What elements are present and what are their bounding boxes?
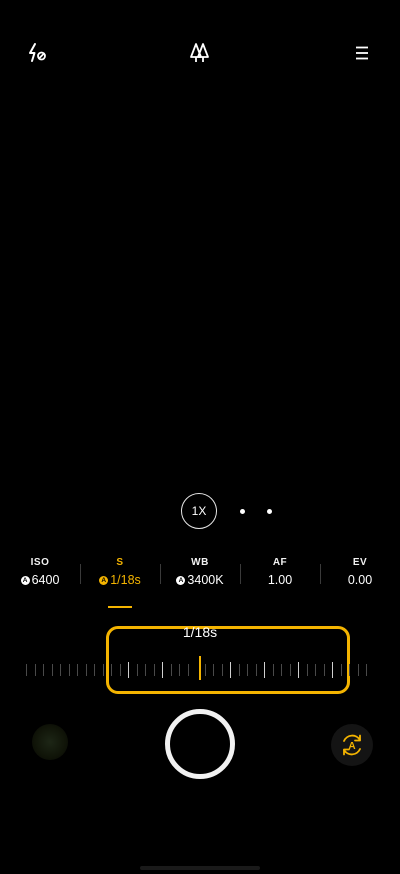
home-indicator: [140, 866, 260, 870]
shutter-button[interactable]: [165, 709, 235, 779]
auto-badge-icon: A: [99, 575, 109, 585]
dial-tick: [77, 664, 78, 676]
dial-tick: [43, 664, 44, 676]
dial-tick: [247, 664, 248, 676]
param-shutter-label: S: [116, 557, 124, 568]
param-shutter-value: 1/18s: [110, 573, 141, 587]
param-wb-label: WB: [191, 557, 209, 568]
dial-tick: [273, 664, 274, 676]
dial-tick: [26, 664, 27, 676]
param-af[interactable]: AF 1.00: [240, 556, 320, 592]
dial-tick: [86, 664, 87, 676]
dial-tick: [290, 664, 291, 676]
dial-tick: [307, 664, 308, 676]
dial-tick: [120, 664, 121, 676]
param-wb[interactable]: WB A 3400K: [160, 556, 240, 592]
param-af-label: AF: [272, 557, 288, 568]
param-ev-value: 0.00: [347, 573, 373, 587]
param-ev[interactable]: EV 0.00: [320, 556, 400, 592]
auto-label: A: [348, 741, 355, 752]
zoom-option-dot[interactable]: [240, 509, 245, 514]
dial-tick: [315, 664, 316, 676]
dial-current-value: 1/18s: [182, 624, 218, 640]
top-bar: [0, 0, 400, 100]
dial-tick: [52, 664, 53, 676]
param-iso[interactable]: ISO A 6400: [0, 556, 80, 592]
param-shutter[interactable]: S A 1/18s: [80, 556, 160, 592]
dial-tick: [298, 662, 299, 678]
flash-off-icon: [29, 43, 46, 62]
param-wb-value: 3400K: [187, 573, 224, 587]
active-param-indicator: [108, 606, 132, 608]
dial-tick: [103, 664, 104, 676]
dial-tick: [137, 664, 138, 676]
dial-tick: [205, 664, 206, 676]
gallery-thumbnail[interactable]: [32, 724, 68, 760]
zoom-1x-button[interactable]: 1X: [181, 493, 217, 529]
dial-tick: [349, 664, 350, 676]
dial-tick: [239, 664, 240, 676]
flash-button[interactable]: [22, 38, 54, 68]
dial-tick: [145, 664, 146, 676]
shutter-speed-dial[interactable]: [0, 656, 400, 684]
dial-tick: [128, 662, 129, 678]
menu-icon: [356, 46, 368, 60]
dial-tick: [213, 664, 214, 676]
dial-tick: [358, 664, 359, 676]
dial-tick: [366, 664, 367, 676]
dial-tick: [60, 664, 61, 676]
dial-tick: [222, 664, 223, 676]
param-af-value: 1.00: [267, 573, 293, 587]
dial-tick: [35, 664, 36, 676]
auto-badge-icon: A: [20, 575, 30, 585]
viewfinder[interactable]: [0, 100, 400, 490]
dial-tick: [256, 664, 257, 676]
pro-parameters-bar: ISO A 6400 S A 1/18s WB A 3400K AF 1.00 …: [0, 556, 400, 592]
dial-tick: [69, 664, 70, 676]
auto-badge-icon: A: [176, 575, 186, 585]
dial-tick: [94, 664, 95, 676]
auto-mode-button[interactable]: A: [331, 724, 373, 766]
dial-tick: [171, 664, 172, 676]
dial-tick: [111, 664, 112, 676]
dial-tick: [332, 662, 333, 678]
dial-tick: [154, 664, 155, 676]
dial-tick: [230, 662, 231, 678]
dial-tick: [179, 664, 180, 676]
menu-button[interactable]: [346, 38, 378, 68]
param-iso-label: ISO: [30, 557, 50, 568]
zoom-selector: 1X: [0, 492, 400, 532]
dial-tick: [188, 664, 189, 676]
zoom-option-dot[interactable]: [267, 509, 272, 514]
dial-tick: [162, 662, 163, 678]
param-ev-label: EV: [352, 557, 368, 568]
tree-mode-icon: [190, 43, 209, 62]
dial-tick: [324, 664, 325, 676]
dial-tick: [281, 664, 282, 676]
scene-mode-button[interactable]: [184, 38, 216, 68]
bottom-controls: A: [0, 700, 400, 800]
param-iso-value: 6400: [31, 573, 60, 587]
zoom-label: 1X: [191, 504, 207, 518]
dial-center-marker: [199, 656, 201, 680]
auto-reset-icon: A: [343, 734, 361, 756]
dial-tick: [264, 662, 265, 678]
dial-tick: [341, 664, 342, 676]
